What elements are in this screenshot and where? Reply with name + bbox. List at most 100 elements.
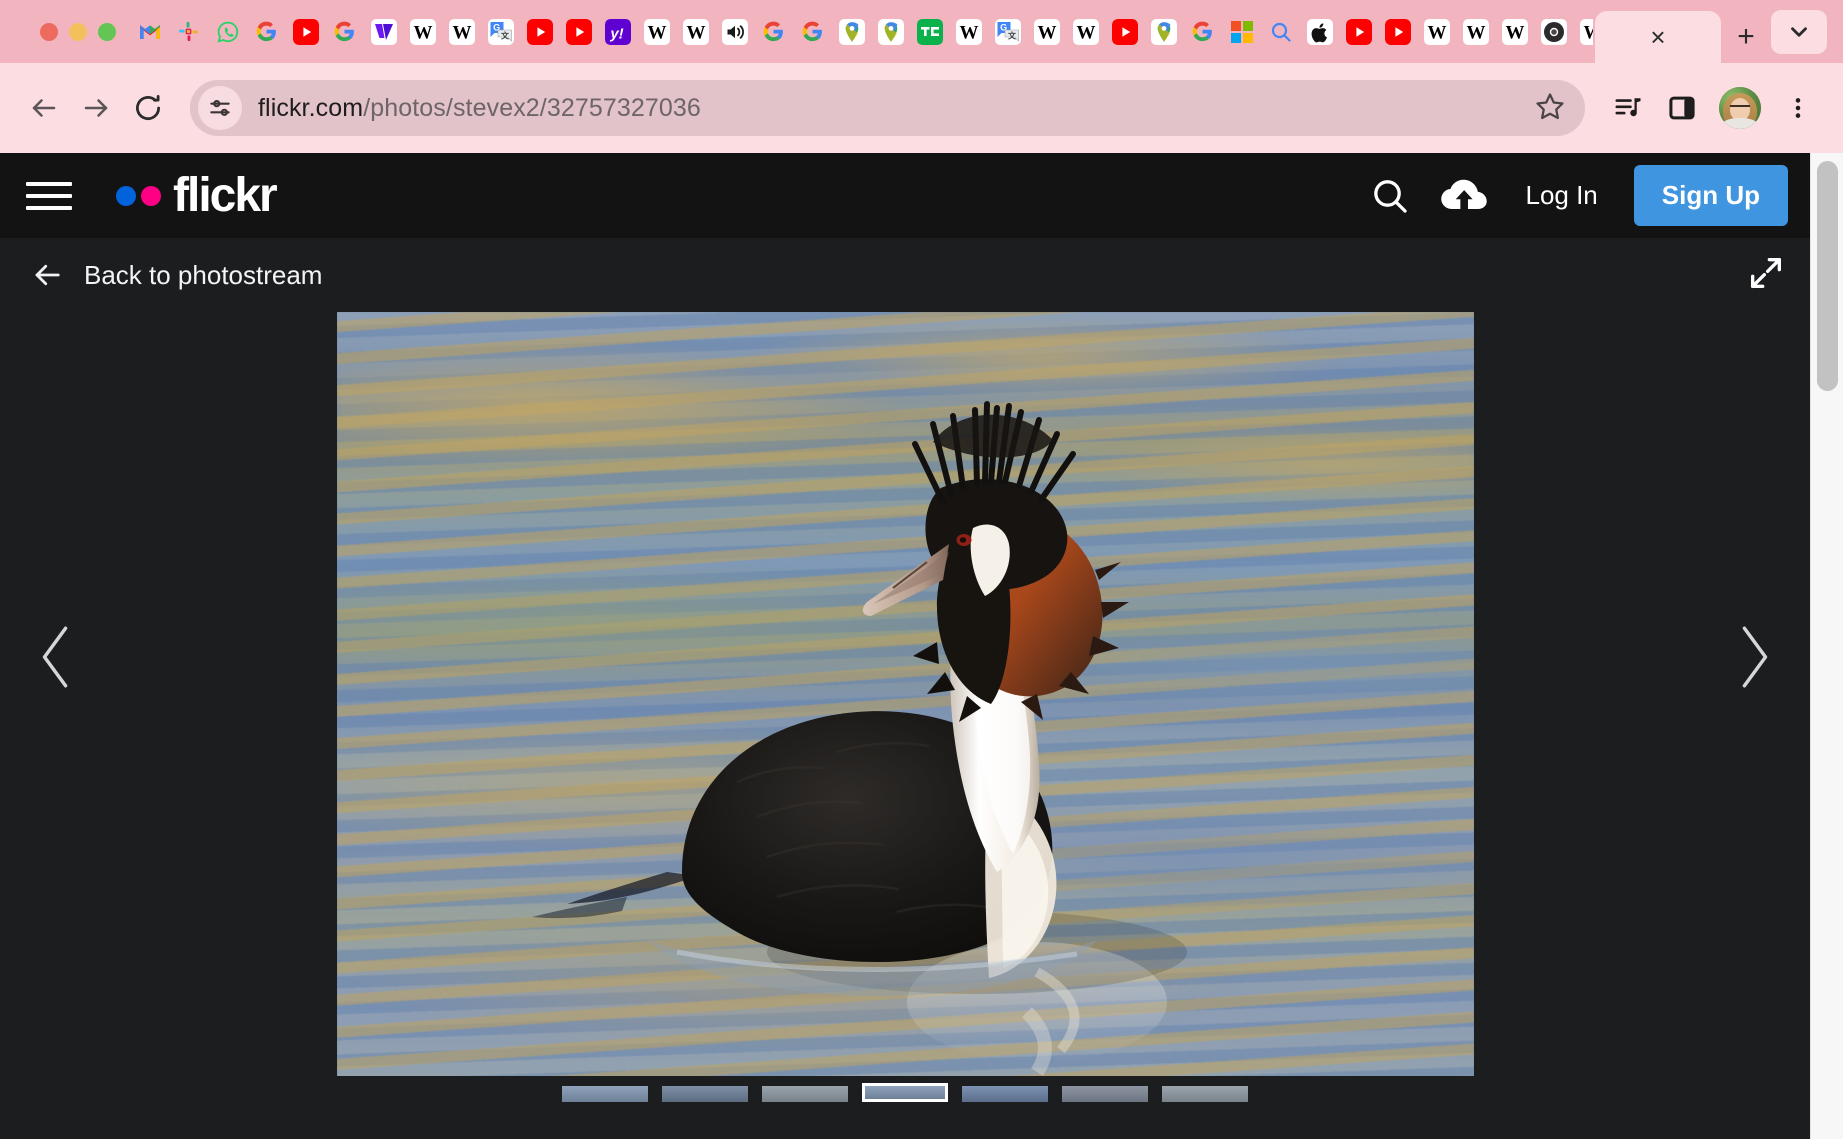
- page-scrollbar[interactable]: [1810, 153, 1843, 1139]
- pinned-tab-google-translate[interactable]: G 文: [988, 10, 1027, 54]
- wikipedia-favicon: W: [955, 18, 982, 45]
- menu-icon[interactable]: [26, 173, 72, 219]
- window-close-button[interactable]: [40, 22, 58, 41]
- wikipedia-favicon: W: [1462, 18, 1489, 45]
- photo-thumbnail[interactable]: [1162, 1086, 1248, 1102]
- pinned-tab-google-translate[interactable]: G 文: [481, 10, 520, 54]
- pinned-tab-youtube[interactable]: [559, 10, 598, 54]
- pinned-tab-wikipedia[interactable]: W: [1066, 10, 1105, 54]
- expand-button[interactable]: [1746, 253, 1786, 298]
- reload-button[interactable]: [124, 84, 172, 132]
- pinned-tab-wikipedia[interactable]: W: [1417, 10, 1456, 54]
- forward-button[interactable]: [72, 84, 120, 132]
- svg-text:W: W: [647, 22, 666, 43]
- pinned-tab-google-maps[interactable]: [832, 10, 871, 54]
- back-button[interactable]: [20, 84, 68, 132]
- pinned-tab-youtube[interactable]: [520, 10, 559, 54]
- tab-search-button[interactable]: [1771, 9, 1827, 54]
- pinned-tab-wikipedia[interactable]: W: [1456, 10, 1495, 54]
- pinned-tab-chrome[interactable]: [1534, 10, 1573, 54]
- photo-thumbnail[interactable]: [962, 1086, 1048, 1102]
- pinned-tab-apple[interactable]: [1300, 10, 1339, 54]
- pinned-tab-wikipedia[interactable]: W: [1573, 10, 1593, 54]
- pinned-tab-speaker[interactable]: [715, 10, 754, 54]
- pinned-tab-youtube[interactable]: [1339, 10, 1378, 54]
- arrow-left-icon: [35, 264, 60, 286]
- pinned-tab-google-maps[interactable]: [871, 10, 910, 54]
- svg-text:W: W: [1427, 22, 1446, 43]
- signup-button[interactable]: Sign Up: [1633, 165, 1788, 226]
- window-minimize-button[interactable]: [69, 22, 87, 41]
- google-favicon: [800, 19, 826, 45]
- pinned-tab-wikipedia[interactable]: W: [403, 10, 442, 54]
- youtube-favicon: [1111, 18, 1138, 45]
- new-tab-button[interactable]: +: [1721, 11, 1771, 63]
- avatar[interactable]: [1719, 87, 1761, 129]
- previous-photo-button[interactable]: [26, 612, 86, 702]
- wikipedia-icon: W: [1033, 18, 1060, 45]
- pinned-tab-youtube[interactable]: [1378, 10, 1417, 54]
- google-icon: [763, 21, 783, 42]
- flickr-navbar: flickr Log In Sign Up: [0, 153, 1810, 238]
- address-bar[interactable]: flickr.com/photos/stevex2/32757327036: [190, 80, 1585, 136]
- side-panel-button[interactable]: [1657, 83, 1707, 133]
- pinned-tab-wikipedia[interactable]: W: [949, 10, 988, 54]
- active-tab[interactable]: ×: [1595, 11, 1721, 63]
- pinned-tab-wikipedia[interactable]: W: [676, 10, 715, 54]
- photo-thumbnail[interactable]: [762, 1086, 848, 1102]
- wikipedia-icon: W: [1501, 18, 1528, 45]
- window-maximize-button[interactable]: [98, 22, 116, 41]
- next-photo-button[interactable]: [1724, 612, 1784, 702]
- chrome-favicon: [1540, 18, 1567, 45]
- photo-thumbnail[interactable]: [662, 1086, 748, 1102]
- close-icon[interactable]: ×: [1650, 24, 1665, 50]
- search-button[interactable]: [1353, 166, 1427, 226]
- pinned-tab-gmail[interactable]: [130, 10, 169, 54]
- pinned-tab-search[interactable]: [1261, 10, 1300, 54]
- photo-thumbnail[interactable]: [1062, 1086, 1148, 1102]
- flickr-logo[interactable]: flickr: [116, 171, 278, 220]
- google-translate-icon: G 文: [487, 18, 514, 45]
- url-domain: flickr.com: [258, 93, 364, 122]
- browser-menu-button[interactable]: [1773, 83, 1823, 133]
- pinned-tab-wikipedia[interactable]: W: [637, 10, 676, 54]
- login-button[interactable]: Log In: [1501, 180, 1621, 211]
- photo-thumbnail[interactable]: [562, 1086, 648, 1102]
- gmail-icon: [139, 24, 160, 39]
- pinned-tab-techcrunch[interactable]: [910, 10, 949, 54]
- pinned-tab-wikipedia[interactable]: W: [1027, 10, 1066, 54]
- svg-text:W: W: [1466, 22, 1485, 43]
- svg-text:W: W: [413, 22, 432, 43]
- back-to-photostream-link[interactable]: Back to photostream: [30, 260, 322, 291]
- upload-button[interactable]: [1427, 166, 1501, 226]
- pinned-tab-google[interactable]: [1183, 10, 1222, 54]
- bookmark-button[interactable]: [1535, 91, 1571, 126]
- url-text[interactable]: flickr.com/photos/stevex2/32757327036: [258, 94, 701, 123]
- pinned-tab-google[interactable]: [325, 10, 364, 54]
- pinned-tab-vercel[interactable]: [364, 10, 403, 54]
- media-hub-button[interactable]: [1603, 83, 1653, 133]
- microsoft-icon: [1230, 20, 1253, 43]
- youtube-favicon: [1384, 18, 1411, 45]
- page-viewport: flickr Log In Sign Up Back to photostrea…: [0, 153, 1843, 1139]
- pinned-tab-google[interactable]: [247, 10, 286, 54]
- pinned-tab-microsoft[interactable]: [1222, 10, 1261, 54]
- photo-thumbnail[interactable]: [862, 1083, 948, 1102]
- pinned-tab-youtube[interactable]: [286, 10, 325, 54]
- pinned-tab-slack[interactable]: [169, 10, 208, 54]
- scrollbar-thumb[interactable]: [1817, 161, 1838, 391]
- pinned-tab-yahoo[interactable]: y!: [598, 10, 637, 54]
- pinned-tab-wikipedia[interactable]: W: [442, 10, 481, 54]
- main-photo[interactable]: [336, 312, 1474, 1077]
- pinned-tab-wikipedia[interactable]: W: [1495, 10, 1534, 54]
- site-information-button[interactable]: [198, 86, 242, 130]
- pinned-tab-youtube[interactable]: [1105, 10, 1144, 54]
- pinned-tab-whatsapp[interactable]: [208, 10, 247, 54]
- logo-dot-blue-icon: [116, 185, 136, 206]
- pinned-tab-google-maps[interactable]: [1144, 10, 1183, 54]
- google-favicon: [761, 19, 787, 45]
- playlist-music-icon: [1615, 98, 1641, 117]
- pinned-tab-google[interactable]: [793, 10, 832, 54]
- pinned-tab-google[interactable]: [754, 10, 793, 54]
- flickr-page: flickr Log In Sign Up Back to photostrea…: [0, 153, 1810, 1139]
